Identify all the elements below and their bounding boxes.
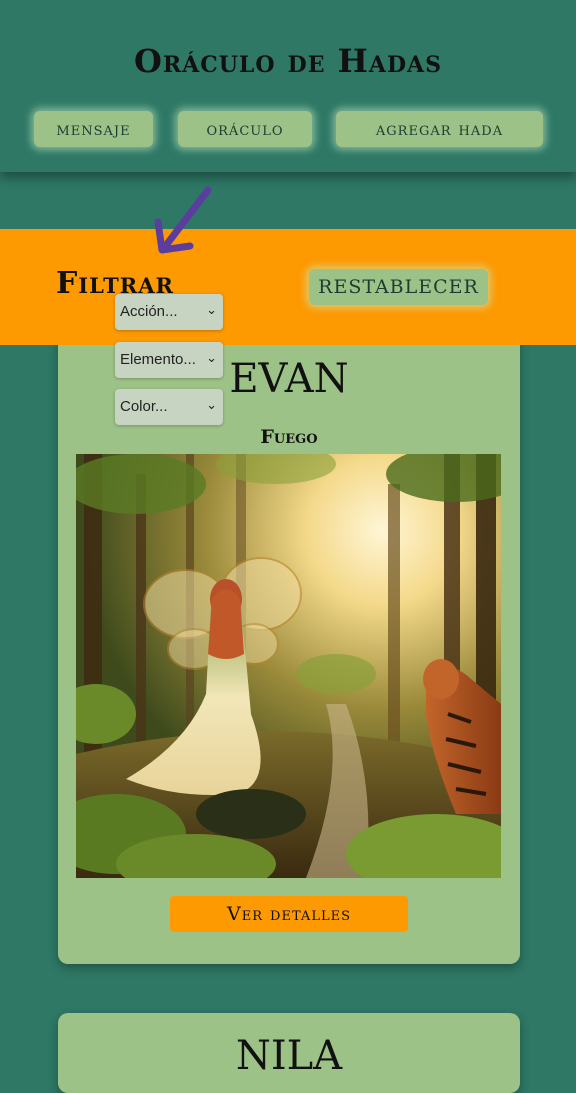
annotation-arrow-icon [154, 186, 212, 254]
fairy-image [76, 454, 501, 878]
color-select-value: Color... [120, 398, 168, 415]
element-select-value: Elemento... [120, 351, 196, 368]
chevron-down-icon: ⌄ [206, 350, 217, 365]
details-button[interactable]: Ver detalles [170, 896, 408, 932]
reset-button[interactable]: RESTABLECER [309, 269, 488, 305]
nav-button-agregar-hada[interactable]: agregar hada [336, 111, 543, 147]
element-select[interactable]: Elemento... ⌄ [115, 342, 223, 378]
chevron-down-icon: ⌄ [206, 397, 217, 412]
filter-bar: Filtrar RESTABLECER [0, 229, 576, 345]
card-name: NILA [235, 1033, 343, 1079]
action-select-value: Acción... [120, 303, 178, 320]
card-element: Fuego [260, 426, 318, 448]
fairy-card: EVAN Fuego Ver detalles [58, 330, 520, 964]
app-header: Oráculo de Hadas mensaje oráculo agregar… [0, 0, 576, 172]
color-select[interactable]: Color... ⌄ [115, 389, 223, 425]
nav-button-mensaje[interactable]: mensaje [34, 111, 153, 147]
page-title: Oráculo de Hadas [133, 42, 443, 80]
action-select[interactable]: Acción... ⌄ [115, 294, 223, 330]
fairy-card: NILA [58, 1013, 520, 1093]
chevron-down-icon: ⌄ [206, 302, 217, 317]
nav-button-oraculo[interactable]: oráculo [178, 111, 312, 147]
